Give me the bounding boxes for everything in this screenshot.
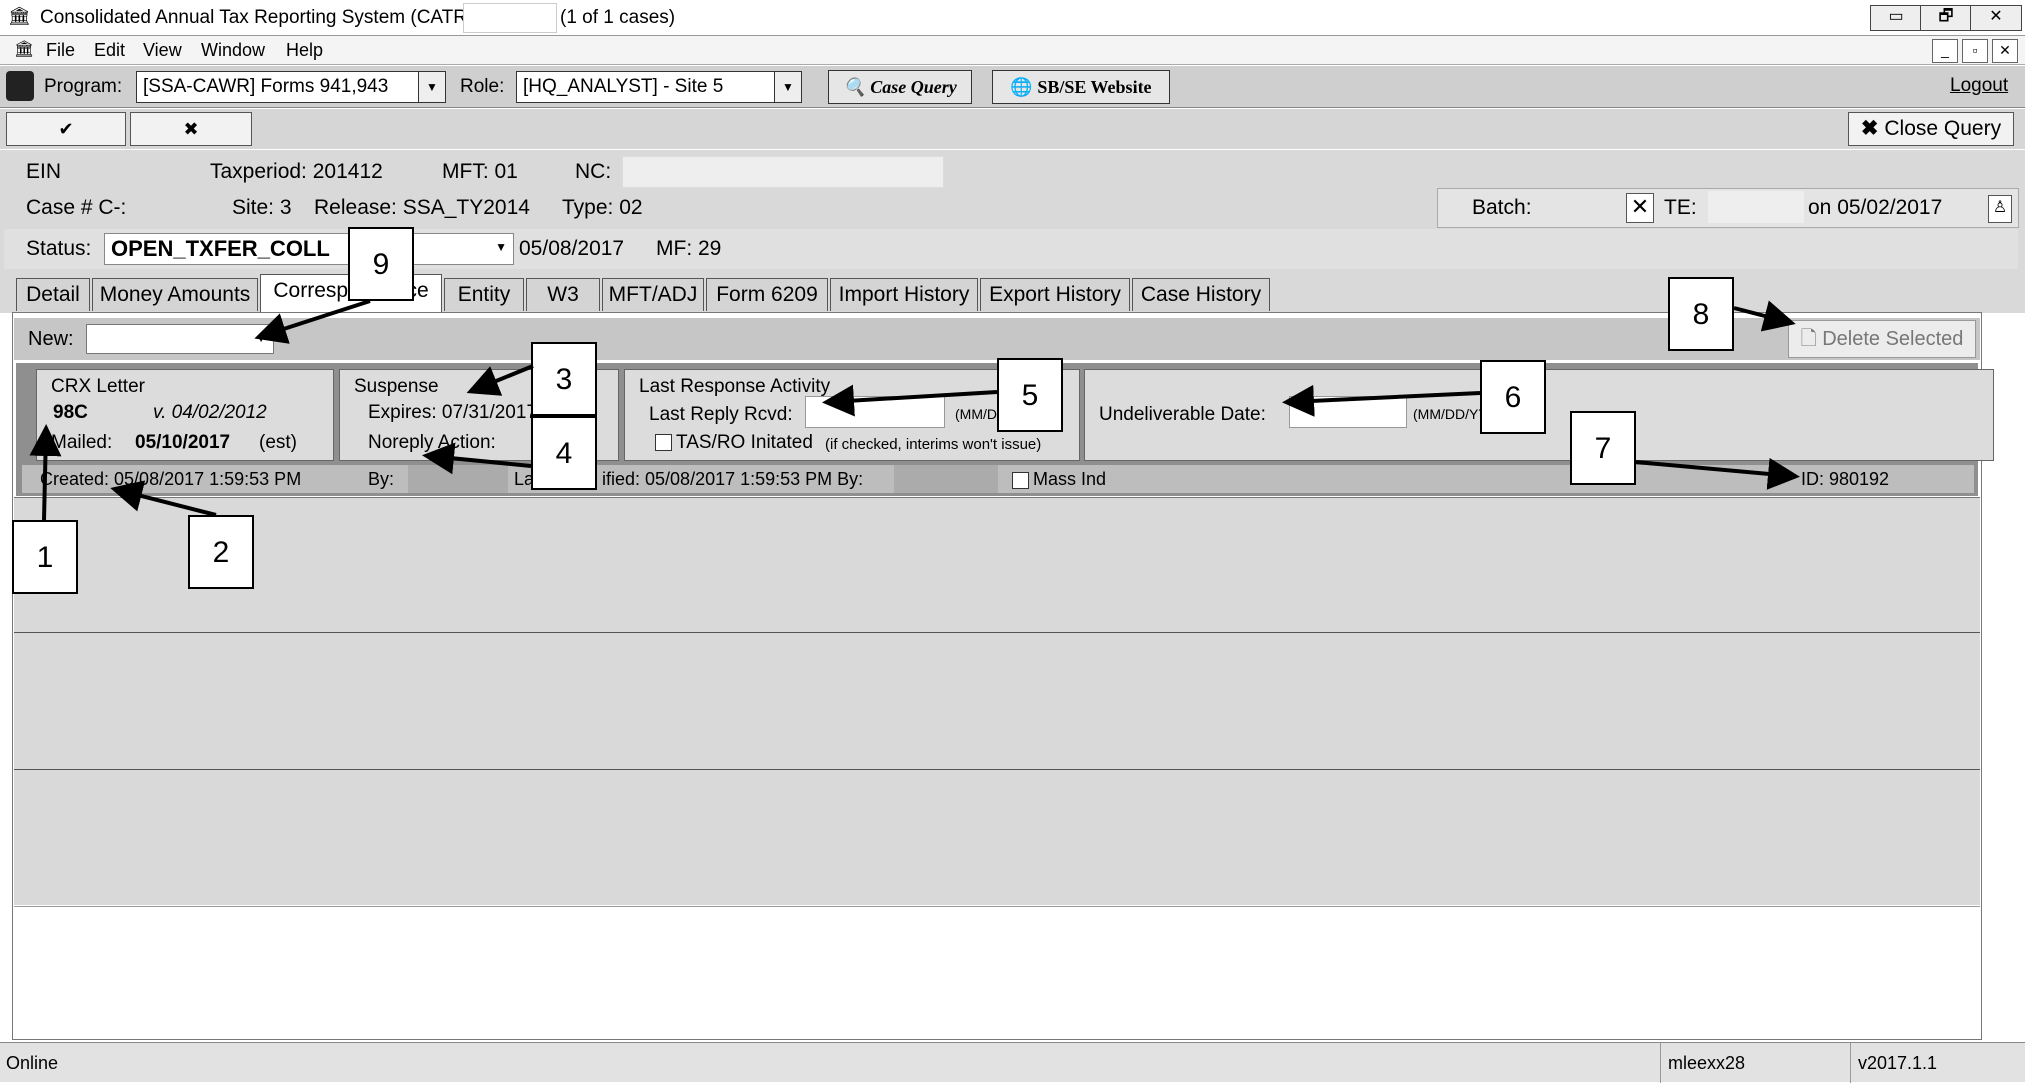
status-user: mleexx28 bbox=[1668, 1053, 1746, 1073]
arrow-2 bbox=[110, 480, 217, 517]
arrow-4 bbox=[422, 442, 532, 475]
arrow-5 bbox=[822, 384, 998, 417]
status-divider bbox=[1850, 1043, 1851, 1083]
arrow-8 bbox=[1733, 300, 1796, 332]
status-divider bbox=[1660, 1043, 1661, 1083]
arrow-9 bbox=[254, 299, 371, 344]
arrow-6 bbox=[1282, 384, 1481, 417]
status-bar: Online mleexx28 v2017.1.1 bbox=[0, 1042, 2025, 1083]
arrow-3 bbox=[466, 364, 534, 396]
connection-status: Online bbox=[6, 1053, 59, 1073]
callout-arrows bbox=[29, 299, 1800, 521]
arrow-7 bbox=[1635, 457, 1800, 490]
arrow-1 bbox=[29, 424, 62, 521]
status-version: v2017.1.1 bbox=[1858, 1053, 1938, 1073]
